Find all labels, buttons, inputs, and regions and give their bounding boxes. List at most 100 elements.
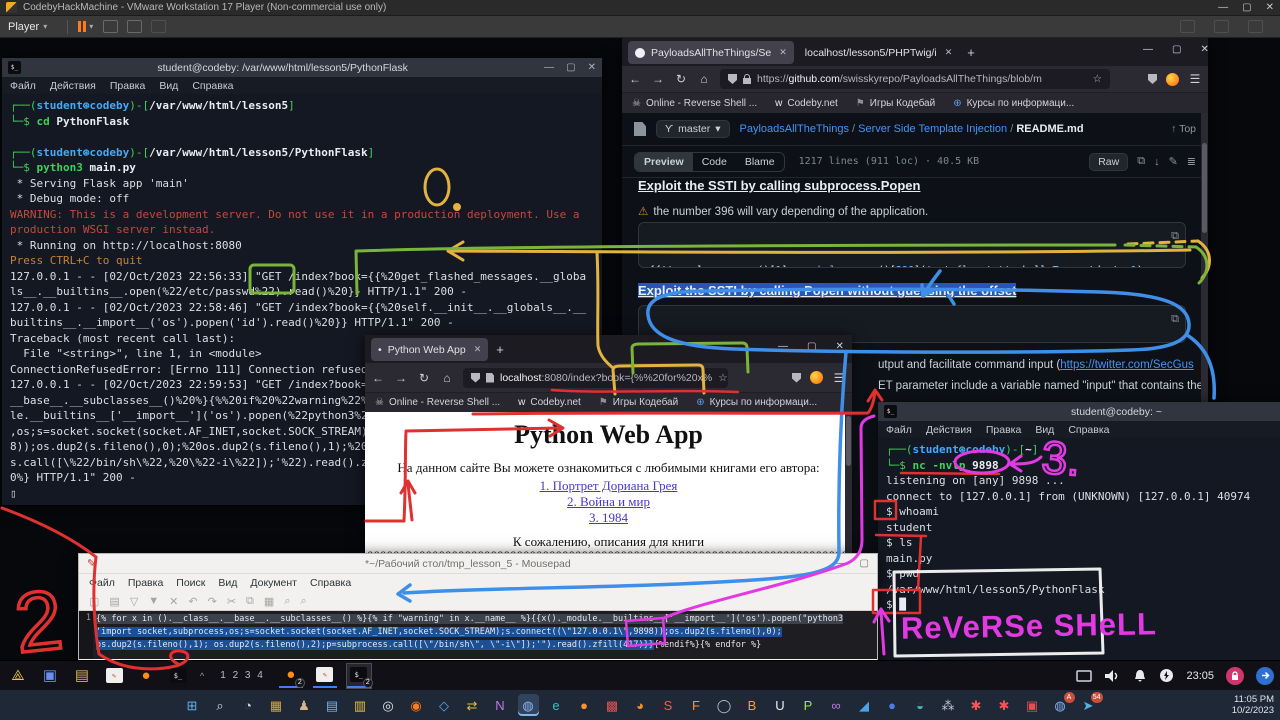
menu-item[interactable]: Файл <box>89 577 115 589</box>
taskbar-calendar[interactable]: ▤ <box>322 694 343 716</box>
taskbar-fl-studio[interactable]: ◕ <box>630 694 651 716</box>
logout-icon[interactable] <box>1256 667 1274 685</box>
taskbar-widgets[interactable]: ▦ <box>266 694 287 716</box>
maximize-button[interactable]: ▢ <box>1172 44 1181 55</box>
menu-item[interactable]: Поиск <box>176 577 205 589</box>
taskbar-search[interactable]: ⌕ <box>210 694 231 716</box>
bookmark-item[interactable]: wCodeby.net <box>775 98 838 109</box>
taskbar-red-gear-app[interactable]: ✱ <box>966 694 987 716</box>
suspend-vm-button[interactable] <box>78 21 86 32</box>
taskbar-orange-dial-app[interactable]: ◉ <box>406 694 427 716</box>
close-tab-icon[interactable]: ✕ <box>474 344 482 355</box>
back-button[interactable]: ← <box>371 371 385 385</box>
vm-maximize-button[interactable]: ▢ <box>1242 2 1251 13</box>
window-menu-icon[interactable] <box>1076 670 1092 682</box>
tracking-shield-icon[interactable] <box>728 74 737 84</box>
bookmark-item[interactable]: ⚑Игры Кодебай <box>599 397 678 408</box>
taskbar-file-explorer[interactable]: ▥ <box>350 694 371 716</box>
menu-item[interactable]: Правка <box>986 424 1021 436</box>
menu-item[interactable]: Правка <box>128 577 163 589</box>
replace-icon[interactable]: ⌕ <box>300 595 306 608</box>
bookmark-item[interactable]: ☠Online - Reverse Shell ... <box>632 98 757 109</box>
new-tab-button[interactable]: + <box>496 342 504 357</box>
taskbar-sphere-app[interactable]: ◯ <box>714 694 735 716</box>
copy-code-icon[interactable]: ⧉ <box>1171 228 1179 244</box>
close-button[interactable]: ✕ <box>588 62 596 73</box>
taskbar-firefox-launcher[interactable]: ● <box>134 664 158 688</box>
bookmark-item[interactable]: ☠Online - Reverse Shell ... <box>375 397 500 408</box>
breadcrumb-dir[interactable]: Server Side Template Injection <box>858 123 1007 135</box>
taskbar-mousepad-window[interactable]: ✎ <box>313 664 337 688</box>
forward-button[interactable]: → <box>394 371 408 385</box>
taskbar-red-gear-app-2[interactable]: ✱ <box>994 694 1015 716</box>
taskbar-teal-app[interactable]: ◒ <box>910 694 931 716</box>
taskbar-dragon-app[interactable]: ⁂ <box>938 694 959 716</box>
minimize-button[interactable]: — <box>834 558 844 569</box>
menu-item[interactable]: Справка <box>310 577 351 589</box>
tab-bar[interactable]: PayloadsAllTheThings/Se ✕ localhost/less… <box>622 38 1208 66</box>
copy-code-icon[interactable]: ⧉ <box>1171 311 1179 327</box>
save-icon[interactable]: ▽ <box>130 595 138 608</box>
taskbar-toolbox-app[interactable]: ▣ <box>1022 694 1043 716</box>
close-button[interactable]: ✕ <box>1200 44 1208 55</box>
tab-payloadsallthethings[interactable]: PayloadsAllTheThings/Se ✕ <box>628 41 794 64</box>
copy-raw-icon[interactable]: ⧉ <box>1137 155 1145 168</box>
menu-item[interactable]: Справка <box>192 80 233 92</box>
taskbar-vmware-app[interactable]: ◇ <box>434 694 455 716</box>
minimize-button[interactable]: — <box>778 341 788 352</box>
taskbar-sharex[interactable]: S <box>658 694 679 716</box>
minimize-button[interactable]: — <box>544 62 554 73</box>
taskbar-character-app[interactable]: ♟ <box>294 694 315 716</box>
maximize-button[interactable]: ▢ <box>860 558 869 569</box>
firefox-account-icon[interactable] <box>810 371 823 384</box>
taskbar-pycharm[interactable]: P <box>798 694 819 716</box>
tab-blame[interactable]: Blame <box>736 153 784 171</box>
extension-shield-icon[interactable] <box>792 373 801 383</box>
bookmark-item[interactable]: ⚑Игры Кодебай <box>856 98 935 109</box>
save-as-icon[interactable]: ▼ <box>148 595 159 607</box>
hamburger-menu-icon[interactable]: ☰ <box>832 371 846 385</box>
close-tab-icon[interactable]: ✕ <box>779 47 787 58</box>
back-to-top-link[interactable]: ↑ Top <box>1171 123 1196 135</box>
redo-icon[interactable]: ↷ <box>208 595 217 608</box>
thumbnail-bar-icon[interactable] <box>1248 20 1263 33</box>
find-icon[interactable]: ⌕ <box>284 595 290 608</box>
tab-localhost-phptwig[interactable]: localhost/lesson5/PHPTwig/i ✕ <box>798 41 959 64</box>
download-icon[interactable]: ↓ <box>1154 156 1160 168</box>
home-button[interactable]: ⌂ <box>440 371 454 385</box>
heading-popen-no-offset[interactable]: Exploit the SSTI by calling Popen withou… <box>638 283 1016 298</box>
firefox-account-icon[interactable] <box>1166 73 1179 86</box>
taskbar-mousepad-launcher[interactable]: ✎ <box>102 664 126 688</box>
tracking-shield-icon[interactable] <box>471 373 480 383</box>
volume-icon[interactable] <box>1104 669 1121 683</box>
code-block-subclasses[interactable]: {{''.__class__.mro()[1].__subclasses__()… <box>638 222 1186 268</box>
menu-item[interactable]: Вид <box>159 80 178 92</box>
taskbar-icons-app[interactable]: ▩ <box>602 694 623 716</box>
tab-preview[interactable]: Preview <box>635 153 693 171</box>
terminal-output[interactable]: ┌──(student⊛codeby)-[~]└─$ nc -nvlp 9898… <box>878 438 1280 660</box>
hamburger-menu-icon[interactable]: ☰ <box>1188 72 1202 86</box>
taskbar-visual-studio[interactable]: ∞ <box>826 694 847 716</box>
bookmark-item[interactable]: ⊕Курсы по информаци... <box>953 98 1074 109</box>
menu-item[interactable]: Файл <box>886 424 912 436</box>
home-button[interactable]: ⌂ <box>697 72 711 86</box>
titlebar[interactable]: $_ student@codeby: /var/www/html/lesson5… <box>2 58 602 77</box>
taskbar-app-grid[interactable]: ▣ <box>38 664 62 688</box>
taskbar-kali-menu[interactable]: ⟁ <box>6 664 30 688</box>
menu-item[interactable]: Справка <box>1068 424 1109 436</box>
bookmark-item[interactable]: ⊕Курсы по информаци... <box>696 397 817 408</box>
devices-toggle-icon[interactable] <box>1214 20 1229 33</box>
screen-lock-icon[interactable] <box>1226 667 1244 685</box>
taskbar-dark-disc-app[interactable]: ◎ <box>378 694 399 716</box>
branch-selector[interactable]: ϒ master ▾ <box>656 120 730 138</box>
edit-icon[interactable]: ✎ <box>1169 155 1178 168</box>
outline-icon[interactable]: ≣ <box>1187 155 1196 168</box>
book-link-3[interactable]: 3. 1984 <box>589 510 628 525</box>
maximize-button[interactable]: ▢ <box>807 341 816 352</box>
menu-item[interactable]: Вид <box>218 577 237 589</box>
send-cad-button[interactable] <box>103 20 118 33</box>
cut-icon[interactable]: ✂ <box>227 595 236 608</box>
editor-area[interactable]: 1 {% for x in ().__class__.__base__.__su… <box>79 611 877 659</box>
vm-minimize-button[interactable]: — <box>1218 2 1228 13</box>
new-tab-button[interactable]: + <box>967 45 975 60</box>
